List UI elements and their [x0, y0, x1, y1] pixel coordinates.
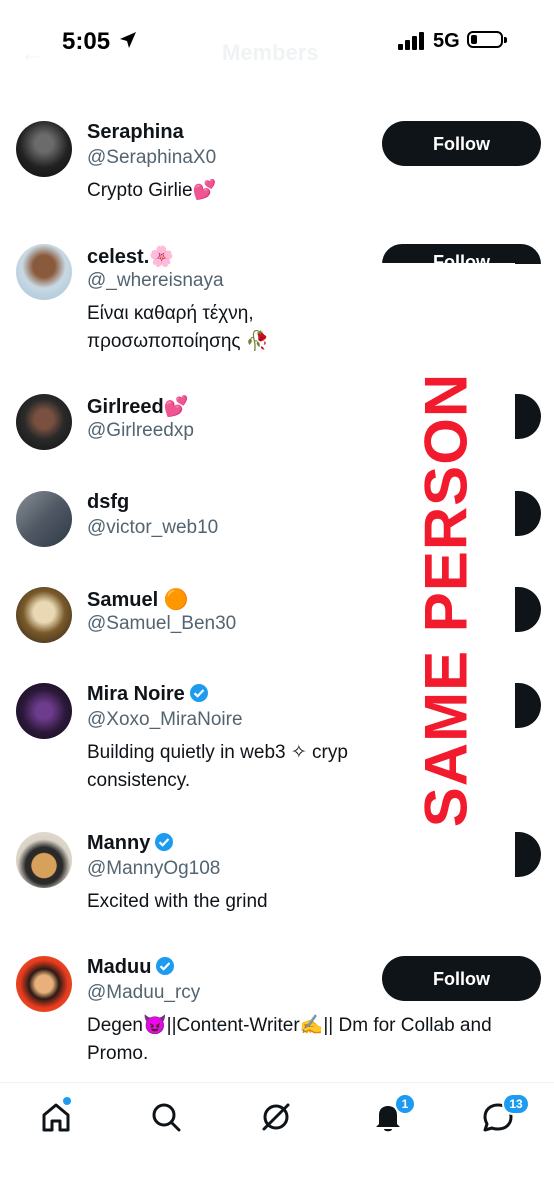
follow-button[interactable] [515, 587, 541, 632]
member-name: Samuel 🟠 [87, 589, 189, 611]
avatar[interactable] [16, 394, 72, 450]
avatar[interactable] [16, 121, 72, 177]
status-time: 5:05 [62, 28, 111, 55]
member-name: dsfg [87, 491, 130, 513]
member-bio: Degen😈||Content-Writer✍️|| Dm for Collab… [87, 1015, 492, 1064]
verified-badge-icon [155, 833, 174, 851]
member-name: Girlreed💕 [87, 396, 189, 418]
member-handle: @SeraphinaX0 [87, 147, 217, 168]
messages-badge: 13 [502, 1093, 530, 1115]
member-handle: @Xoxo_MiraNoire [87, 709, 243, 730]
member-bio: Excited with the grind [87, 891, 268, 912]
avatar[interactable] [16, 832, 72, 888]
avatar[interactable] [16, 244, 72, 300]
member-handle: @Samuel_Ben30 [87, 613, 237, 634]
tab-messages[interactable]: 13 [478, 1093, 530, 1137]
member-name: celest.🌸 [87, 246, 175, 268]
follow-button[interactable] [515, 491, 541, 536]
avatar[interactable] [16, 956, 72, 1012]
grok-icon [262, 1103, 290, 1131]
member-handle: @_whereisnaya [87, 270, 224, 291]
home-notification-dot [63, 1097, 71, 1105]
follow-button[interactable] [515, 394, 541, 439]
member-name: Manny [87, 832, 174, 855]
tab-search[interactable] [146, 1097, 186, 1137]
follow-button[interactable]: Follow [382, 121, 541, 166]
stamp-text: SAME PERSON [412, 372, 480, 828]
follow-button[interactable]: Follow [382, 956, 541, 1001]
member-handle: @MannyOg108 [87, 858, 221, 879]
member-handle: @Girlreedxp [87, 420, 194, 441]
verified-badge-icon [189, 684, 208, 702]
notification-badge: 1 [394, 1093, 416, 1115]
avatar[interactable] [16, 491, 72, 547]
status-bar: ← Members 5:05 5G [0, 0, 554, 86]
follow-button[interactable] [515, 832, 541, 877]
tab-notifications[interactable]: 1 [368, 1093, 416, 1137]
location-arrow-icon [120, 32, 136, 48]
member-bio: Είναι καθαρή τέχνη, προσωποποίησης 🥀 [87, 303, 270, 352]
member-bio: Crypto Girlie💕 [87, 180, 217, 201]
tab-home[interactable] [36, 1097, 76, 1137]
member-handle: @victor_web10 [87, 517, 219, 538]
member-handle: @Maduu_rcy [87, 982, 201, 1003]
network-type: 5G [433, 30, 460, 52]
bottom-tab-bar: 1 13 [0, 1082, 554, 1201]
avatar[interactable] [16, 587, 72, 643]
verified-badge-icon [156, 957, 175, 975]
member-name: Seraphina [87, 121, 184, 143]
signal-icon [398, 32, 428, 50]
battery-icon [467, 31, 507, 48]
back-arrow-icon[interactable]: ← [20, 40, 44, 68]
search-icon [152, 1103, 181, 1132]
tab-grok[interactable] [256, 1097, 296, 1137]
follow-button[interactable]: Follow [382, 244, 541, 264]
follow-button[interactable] [515, 683, 541, 728]
member-name: Mira Noire [87, 683, 209, 706]
avatar[interactable] [16, 683, 72, 739]
page-title: Members [222, 40, 319, 65]
member-name: Maduu [87, 956, 175, 979]
member-bio: Building quietly in web3 ✧ cryp consiste… [87, 742, 348, 791]
